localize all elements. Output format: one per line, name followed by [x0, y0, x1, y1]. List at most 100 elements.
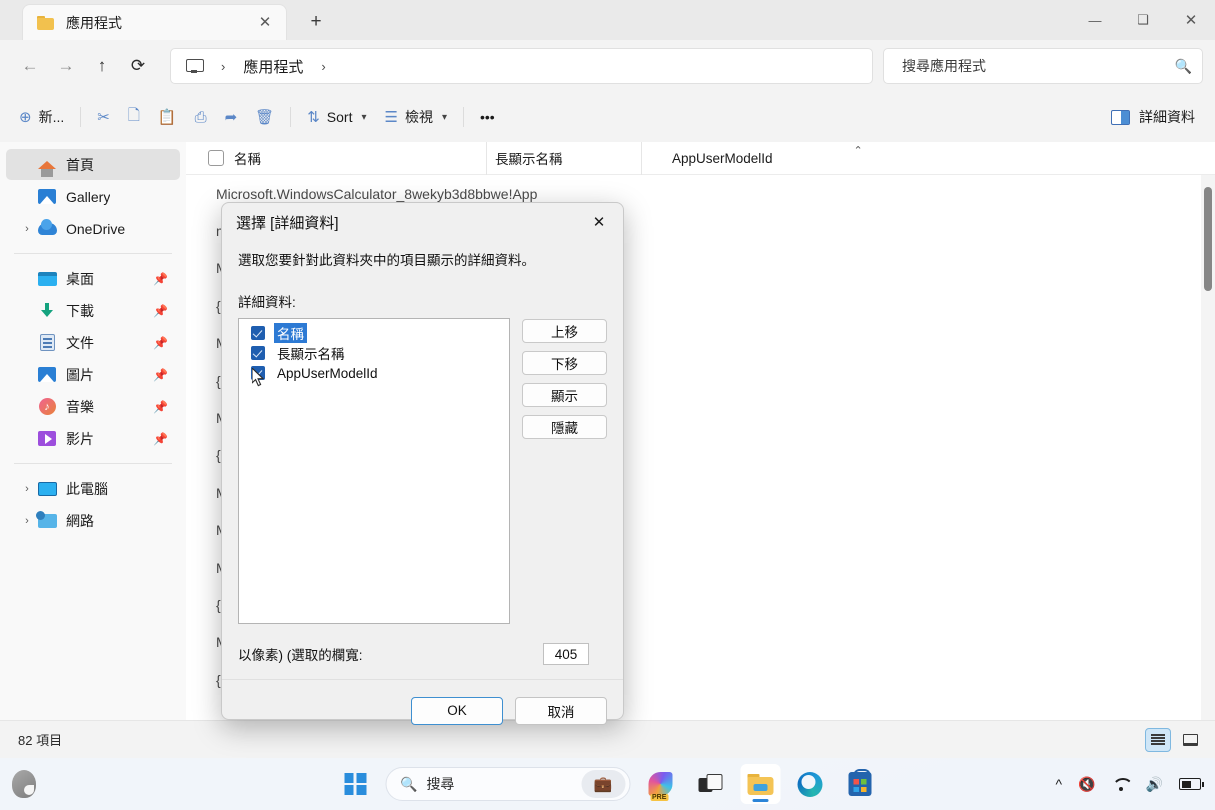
copy-button[interactable]: 🗋 [119, 101, 149, 133]
new-button[interactable]: ⊕ 新... [10, 101, 73, 133]
checkbox-icon[interactable] [251, 346, 265, 360]
scrollbar-thumb[interactable] [1204, 187, 1212, 291]
sidebar-item-pictures[interactable]: 圖片 📌 [6, 359, 180, 390]
trash-icon: 🗑 [255, 109, 275, 126]
address-bar[interactable]: › 應用程式 › [170, 48, 873, 84]
wifi-icon[interactable] [1112, 778, 1130, 791]
pin-icon[interactable]: 📌 [153, 336, 168, 350]
search-icon[interactable]: 🔍 [1175, 58, 1192, 75]
new-tab-button[interactable]: + [300, 8, 332, 36]
battery-icon[interactable] [1179, 778, 1204, 790]
column-header-long-display-name[interactable]: 長顯示名稱 [486, 141, 641, 175]
sidebar-item-label: 此電腦 [66, 480, 108, 497]
back-button[interactable]: ← [12, 49, 48, 83]
refresh-button[interactable]: ⟳ [120, 49, 156, 83]
copilot-button[interactable]: PRE [640, 764, 680, 804]
store-taskbar-button[interactable] [840, 764, 880, 804]
volume-icon[interactable]: 🔊 [1146, 776, 1163, 793]
task-view-button[interactable] [690, 764, 730, 804]
sidebar-item-documents[interactable]: 文件 📌 [6, 327, 180, 358]
tab-close-icon[interactable]: ✕ [252, 10, 278, 36]
recycle-bin-icon[interactable] [12, 770, 36, 798]
close-button[interactable]: ✕ [1167, 0, 1215, 40]
checkbox-icon[interactable] [251, 366, 265, 380]
share-button[interactable]: ➦ [216, 101, 247, 133]
edge-taskbar-button[interactable] [790, 764, 830, 804]
sidebar-item-videos[interactable]: 影片 📌 [6, 423, 180, 454]
list-item[interactable]: 長顯示名稱 [241, 343, 507, 363]
sidebar-item-gallery[interactable]: Gallery [6, 181, 180, 212]
sidebar-item-label: OneDrive [66, 220, 126, 237]
navigation-pane: 首頁 Gallery › OneDrive 桌面 📌 下載 📌 文件 📌 圖片 … [0, 142, 186, 720]
ok-button[interactable]: OK [411, 696, 503, 725]
column-header-appusermodelid[interactable]: ⌃ AppUserModelId [641, 141, 1065, 175]
details-pane-button[interactable]: 詳細資料 [1105, 101, 1201, 133]
chevron-up-icon[interactable]: ^ [1056, 776, 1063, 792]
sidebar-item-network[interactable]: › 網路 [6, 505, 180, 536]
list-item[interactable]: 名稱 [241, 323, 507, 343]
item-count-label: 82 項目 [18, 733, 63, 748]
column-header-name[interactable]: 名稱 [186, 142, 486, 175]
sort-button[interactable]: ⇅ Sort ▾ [298, 101, 375, 133]
pin-icon[interactable]: 📌 [153, 272, 168, 286]
cut-button[interactable]: ✂ [88, 101, 119, 133]
chevron-down-icon-2: ▾ [441, 111, 447, 123]
search-box[interactable]: 搜尋應用程式 🔍 [883, 48, 1203, 84]
this-pc-icon[interactable] [185, 59, 204, 73]
sidebar-item-downloads[interactable]: 下載 📌 [6, 295, 180, 326]
checkbox-icon[interactable] [251, 326, 265, 340]
dialog-close-button[interactable]: ✕ [581, 207, 617, 237]
breadcrumb[interactable]: 應用程式 [237, 56, 309, 77]
details-view-button[interactable] [1145, 727, 1171, 752]
more-options-button[interactable]: ••• [471, 101, 504, 133]
sidebar-item-onedrive[interactable]: › OneDrive [6, 213, 180, 244]
paste-button[interactable]: 📋 [149, 101, 186, 133]
up-button[interactable]: ↑ [84, 49, 120, 83]
pin-icon[interactable]: 📌 [153, 304, 168, 318]
select-all-checkbox[interactable] [208, 150, 224, 166]
list-item[interactable]: AppUserModelId [241, 363, 507, 383]
taskbar-search-box[interactable]: 🔍 搜尋 💼 [385, 767, 630, 801]
chevron-right-icon[interactable]: › [18, 483, 36, 495]
rename-button[interactable]: ⎙ [186, 101, 216, 133]
show-button[interactable]: 顯示 [522, 383, 607, 407]
maximize-button[interactable]: ❑ [1119, 0, 1167, 40]
start-button[interactable] [335, 764, 375, 804]
search-placeholder: 搜尋應用程式 [902, 58, 986, 74]
chevron-right-icon[interactable]: › [209, 59, 237, 74]
hide-button[interactable]: 隱藏 [522, 415, 607, 439]
chevron-right-icon-2[interactable]: › [309, 59, 337, 74]
delete-button[interactable]: 🗑 [246, 101, 283, 133]
onedrive-icon [36, 218, 58, 238]
explorer-tab[interactable]: 應用程式 ✕ [22, 4, 287, 40]
move-down-button[interactable]: 下移 [522, 351, 607, 375]
pin-icon[interactable]: 📌 [153, 400, 168, 414]
tiles-view-button[interactable] [1177, 728, 1203, 752]
sidebar-item-desktop[interactable]: 桌面 📌 [6, 263, 180, 294]
sidebar-item-this-pc[interactable]: › 此電腦 [6, 473, 180, 504]
mic-muted-icon[interactable]: 🔇 [1078, 776, 1095, 793]
chevron-right-icon[interactable]: › [18, 515, 36, 527]
view-button[interactable]: ☰ 檢視 ▾ [376, 101, 456, 133]
videos-icon [36, 430, 58, 448]
sidebar-item-music[interactable]: ♪ 音樂 📌 [6, 391, 180, 422]
file-explorer-taskbar-button[interactable] [740, 764, 780, 804]
pin-icon[interactable]: 📌 [153, 432, 168, 446]
vertical-scrollbar[interactable] [1201, 175, 1215, 720]
minimize-button[interactable]: — [1071, 0, 1119, 40]
home-icon [36, 156, 58, 177]
details-checkbox-list[interactable]: 名稱 長顯示名稱 AppUserModelId [238, 318, 510, 624]
move-up-button[interactable]: 上移 [522, 319, 607, 343]
forward-button[interactable]: → [48, 49, 84, 83]
navigation-bar: ← → ↑ ⟳ › 應用程式 › 搜尋應用程式 🔍 [0, 40, 1215, 92]
sidebar-item-home[interactable]: 首頁 [6, 149, 180, 180]
taskbar-search-placeholder: 搜尋 [426, 776, 455, 792]
chevron-right-icon[interactable]: › [18, 223, 36, 235]
pin-icon[interactable]: 📌 [153, 368, 168, 382]
pictures-icon [36, 366, 58, 384]
column-width-input[interactable]: 405 [543, 643, 589, 665]
briefcase-icon[interactable]: 💼 [581, 770, 625, 798]
share-icon: ➦ [224, 109, 238, 126]
cancel-button[interactable]: 取消 [515, 696, 607, 725]
choose-details-dialog: 選擇 [詳細資料] ✕ 選取您要針對此資料夾中的項目顯示的詳細資料。 詳細資料:… [221, 202, 624, 725]
